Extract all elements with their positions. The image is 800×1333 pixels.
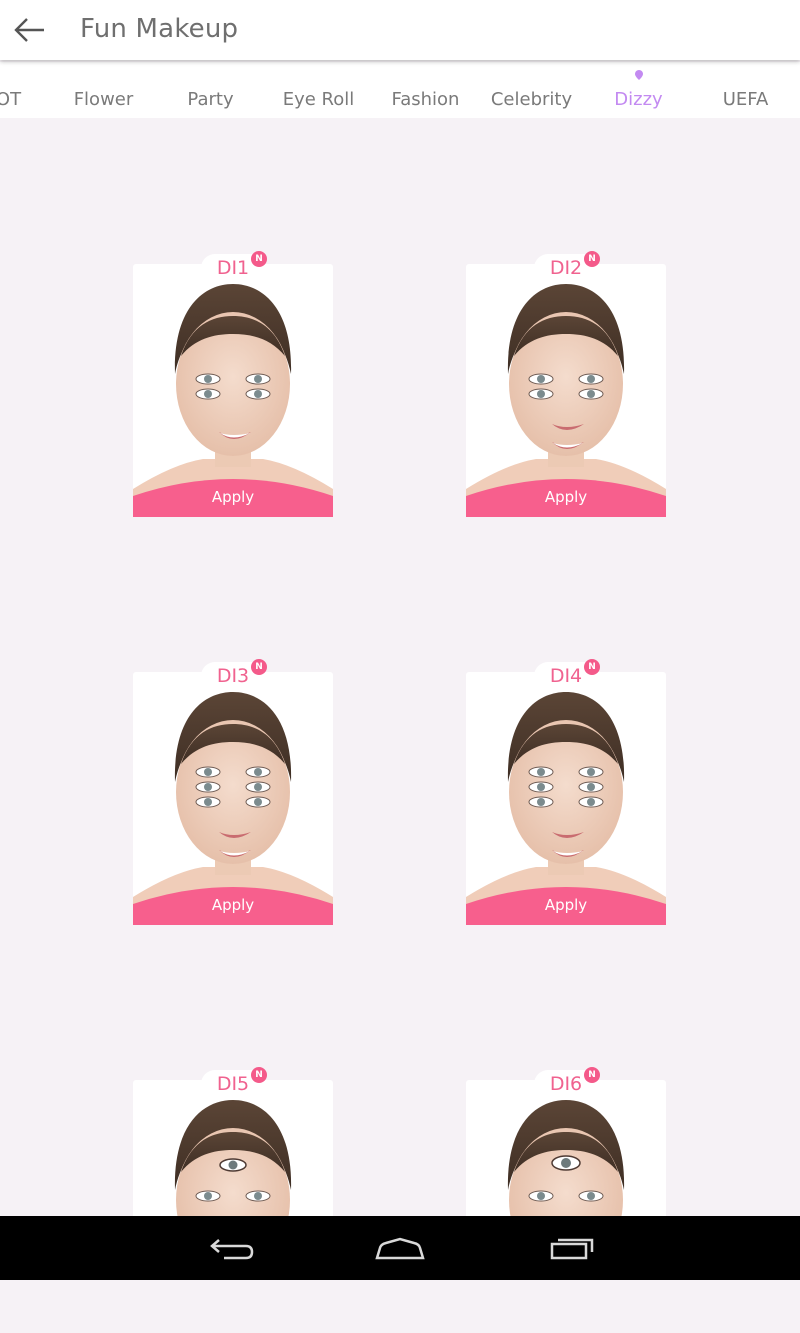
nav-recents-button[interactable] (544, 1232, 600, 1264)
new-badge: N (251, 659, 267, 675)
new-badge: N (584, 251, 600, 267)
tab-label: Dizzy (614, 89, 663, 110)
back-button[interactable] (12, 14, 48, 46)
app-header: Fun Makeup (0, 0, 800, 60)
apply-label: Apply (211, 896, 255, 914)
active-tab-marker-icon (634, 70, 643, 80)
back-icon (210, 1239, 254, 1260)
recent-apps-icon (550, 1238, 594, 1260)
tab-fashion[interactable]: Fashion (372, 89, 479, 110)
apply-button[interactable]: Apply (466, 476, 666, 517)
new-badge: N (251, 1067, 267, 1083)
apply-button[interactable]: Apply (466, 884, 666, 925)
arrow-left-icon (14, 18, 44, 42)
system-nav-bar (0, 1216, 800, 1280)
tab-flower[interactable]: Flower (50, 89, 157, 110)
tab-uefa[interactable]: UEFA (692, 89, 799, 110)
tab-dizzy[interactable]: Dizzy (585, 70, 692, 110)
effect-card-di1[interactable]: Apply DI1 N (133, 251, 333, 517)
nav-home-button[interactable] (372, 1232, 428, 1264)
new-badge: N (584, 659, 600, 675)
tab-celebrity[interactable]: Celebrity (478, 89, 585, 110)
tab-eye-roll[interactable]: Eye Roll (265, 89, 372, 110)
apply-label: Apply (544, 488, 588, 506)
apply-button[interactable]: Apply (133, 476, 333, 517)
apply-button[interactable]: Apply (133, 884, 333, 925)
effect-card-di5[interactable]: DI5 N (133, 1067, 333, 1272)
tab-label: Party (187, 89, 234, 110)
page-title: Fun Makeup (80, 14, 239, 44)
apply-label: Apply (544, 896, 588, 914)
tab-label: Flower (73, 89, 134, 110)
home-icon (375, 1237, 425, 1260)
effect-card-di3[interactable]: Apply DI3 N (133, 659, 333, 925)
nav-back-button[interactable] (202, 1232, 258, 1264)
face-preview (507, 1100, 625, 1272)
effect-card-di4[interactable]: Apply DI4 N (466, 659, 666, 925)
new-badge: N (251, 251, 267, 267)
category-tabs: OT Flower Party Eye Roll Fashion Celebri… (0, 62, 800, 118)
effect-card-di6[interactable]: DI6 N (466, 1067, 666, 1272)
tab-label: Celebrity (490, 89, 573, 110)
new-badge: N (584, 1067, 600, 1083)
tab-label: OT (0, 89, 22, 110)
effect-card-di2[interactable]: Apply DI2 N (466, 251, 666, 517)
face-preview (174, 1100, 292, 1272)
tab-label: UEFA (722, 89, 769, 110)
apply-label: Apply (211, 488, 255, 506)
tab-party[interactable]: Party (157, 89, 264, 110)
tab-label: Eye Roll (282, 89, 355, 110)
tab-label: Fashion (391, 89, 460, 110)
